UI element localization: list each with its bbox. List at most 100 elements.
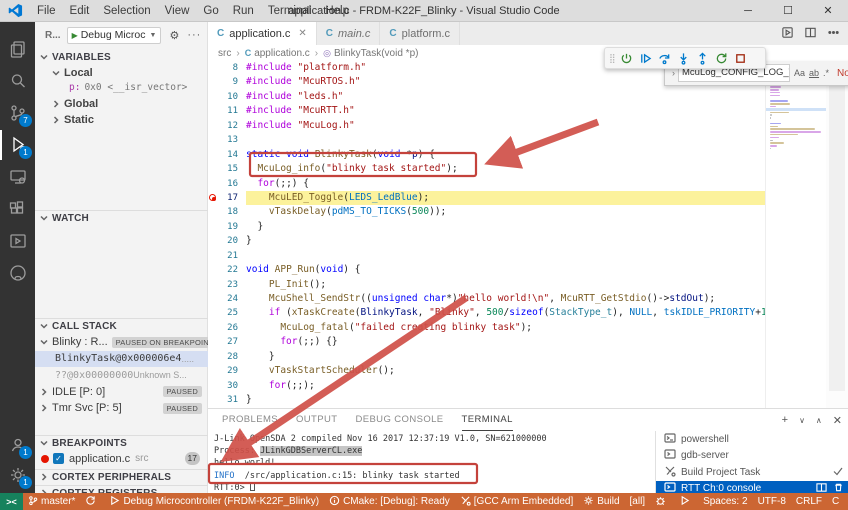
line-number[interactable]: 21 [220,249,246,263]
call-stack-thread[interactable]: Tmr Svc [P: 5]PAUSED [35,400,208,416]
line-number[interactable]: 11 [220,104,246,118]
variables-static-group[interactable]: Static [35,113,208,126]
line-number[interactable]: 27 [220,335,246,349]
status-spaces-2[interactable]: Spaces: 2 [698,495,752,509]
settings-icon[interactable]: 1 [0,460,35,490]
test-panel-icon[interactable] [0,226,35,256]
check-icon[interactable] [832,465,844,480]
find-expand-icon[interactable]: › [672,68,675,78]
debug-stop-icon[interactable] [731,49,750,67]
status-utf-8[interactable]: UTF-8 [753,495,791,509]
line-number[interactable]: 20 [220,234,246,248]
debug-step-over-icon[interactable] [655,49,674,67]
variables-global-group[interactable]: Global [35,97,208,110]
line-number[interactable]: 22 [220,263,246,277]
more-actions-icon[interactable] [827,26,840,42]
breadcrumb-symbol[interactable]: BlinkyTask(void *p) [334,48,418,59]
line-number[interactable]: 18 [220,205,246,219]
line-number[interactable]: 16 [220,177,246,191]
panel-tab-output[interactable]: OUTPUT [296,409,337,431]
remote-explorer-icon[interactable] [0,162,35,192]
maximize-panel-icon[interactable]: ∧ [816,416,822,425]
minimap[interactable] [765,61,826,408]
terminal-list-item-build-project-task[interactable]: Build Project Task [656,464,848,481]
menu-selection[interactable]: Selection [96,0,157,22]
breakpoint-row[interactable]: ✓ application.c src 17 [35,451,208,466]
status-bug[interactable] [650,495,674,509]
variables-section-header[interactable]: VARIABLES [35,50,208,64]
run-and-debug-icon[interactable]: 1 [0,130,35,160]
breadcrumb-file[interactable]: application.c [254,48,310,59]
menu-view[interactable]: View [158,0,197,22]
accounts-icon[interactable]: 1 [0,430,35,460]
split-editor-icon[interactable] [804,26,817,42]
cortex-peripherals-section-header[interactable]: CORTEX PERIPHERALS [35,469,208,484]
new-terminal-icon[interactable]: + [782,414,788,426]
line-number[interactable]: 12 [220,119,246,133]
line-number[interactable]: 30 [220,379,246,393]
breakpoint-checkbox[interactable]: ✓ [53,453,64,464]
line-number[interactable]: 24 [220,292,246,306]
call-stack-thread[interactable]: Blinky : R...PAUSED ON BREAKPOINT [35,334,208,350]
terminal-list-item-gdb-server[interactable]: gdb-server [656,448,848,465]
status-crlf[interactable]: CRLF [791,495,827,509]
panel-tab-problems[interactable]: PROBLEMS [222,409,278,431]
status-sync[interactable] [80,495,104,509]
call-stack-frame[interactable]: BlinkyTask@0x000006e4 ..... [35,351,208,367]
breakpoint-hit-icon[interactable] [209,194,216,201]
whole-word-toggle[interactable]: ab [809,68,819,78]
call-stack-section-header[interactable]: CALL STACK [35,318,208,333]
match-case-toggle[interactable]: Aa [794,68,805,78]
close-panel-icon[interactable]: ✕ [833,414,842,427]
regex-toggle[interactable]: .* [823,68,829,78]
line-number[interactable]: 25 [220,306,246,320]
close-button-icon[interactable]: ✕ [808,0,848,22]
breadcrumb-folder[interactable]: src [218,48,231,59]
gear-icon[interactable]: ⚙ [169,29,179,42]
line-number[interactable]: 28 [220,350,246,364]
close-tab-icon[interactable]: ✕ [298,28,306,39]
panel-tab-terminal[interactable]: TERMINAL [462,409,513,431]
menu-run[interactable]: Run [226,0,261,22]
maximize-button-icon[interactable]: ☐ [768,0,808,22]
line-number[interactable]: 13 [220,133,246,147]
debug-step-out-icon[interactable] [693,49,712,67]
status-crossarm[interactable]: CrossARM [844,495,848,509]
github-icon[interactable] [0,258,35,288]
status-play[interactable] [674,495,698,509]
debug-continue-icon[interactable] [617,49,636,67]
variables-local-group[interactable]: Local [35,66,208,79]
breakpoints-section-header[interactable]: BREAKPOINTS [35,435,208,450]
status-c[interactable]: C [827,495,844,509]
line-number[interactable]: 31 [220,393,246,407]
status-all[interactable]: [all] [625,496,651,507]
debug-config-dropdown[interactable]: ▶ Debug Microc ▼ [67,27,162,44]
terminal-list-item-powershell[interactable]: powershell [656,431,848,448]
extensions-icon[interactable] [0,194,35,224]
status-cmake-debug-ready[interactable]: CMake: [Debug]: Ready [324,495,455,509]
remote-indicator[interactable]: >< [0,493,23,510]
drag-grip-icon[interactable]: ⣿ [609,53,614,64]
status-build[interactable]: Build [578,495,624,509]
start-debug-icon[interactable]: ▶ [72,31,78,40]
line-number[interactable]: 26 [220,321,246,335]
call-stack-frame[interactable]: ??@0x00000000 Unknown S... [35,367,208,383]
code-editor[interactable]: 8#include "platform.h"9#include "McuRTOS… [208,61,765,408]
debug-step-into-icon[interactable] [674,49,693,67]
line-number[interactable]: 15 [220,162,246,176]
debug-restart-icon[interactable] [712,49,731,67]
menu-edit[interactable]: Edit [63,0,97,22]
run-or-debug-icon[interactable] [781,26,794,42]
menu-file[interactable]: File [30,0,63,22]
source-control-icon[interactable]: 7 [0,98,35,128]
search-icon[interactable] [0,66,35,96]
panel-tab-debug-console[interactable]: DEBUG CONSOLE [355,409,443,431]
call-stack-thread[interactable]: IDLE [P: 0]PAUSED [35,384,208,400]
more-actions-icon[interactable]: ··· [187,29,201,41]
watch-section-header[interactable]: WATCH [35,210,208,225]
status-master[interactable]: master* [23,495,80,509]
status-debug-microcontroller-frdm-k22f-blinky[interactable]: Debug Microcontroller (FRDM-K22F_Blinky) [104,495,324,509]
minimize-button-icon[interactable]: ─ [728,0,768,22]
tab-application.c[interactable]: Capplication.c✕ [208,22,317,45]
line-number[interactable]: 8 [220,61,246,75]
